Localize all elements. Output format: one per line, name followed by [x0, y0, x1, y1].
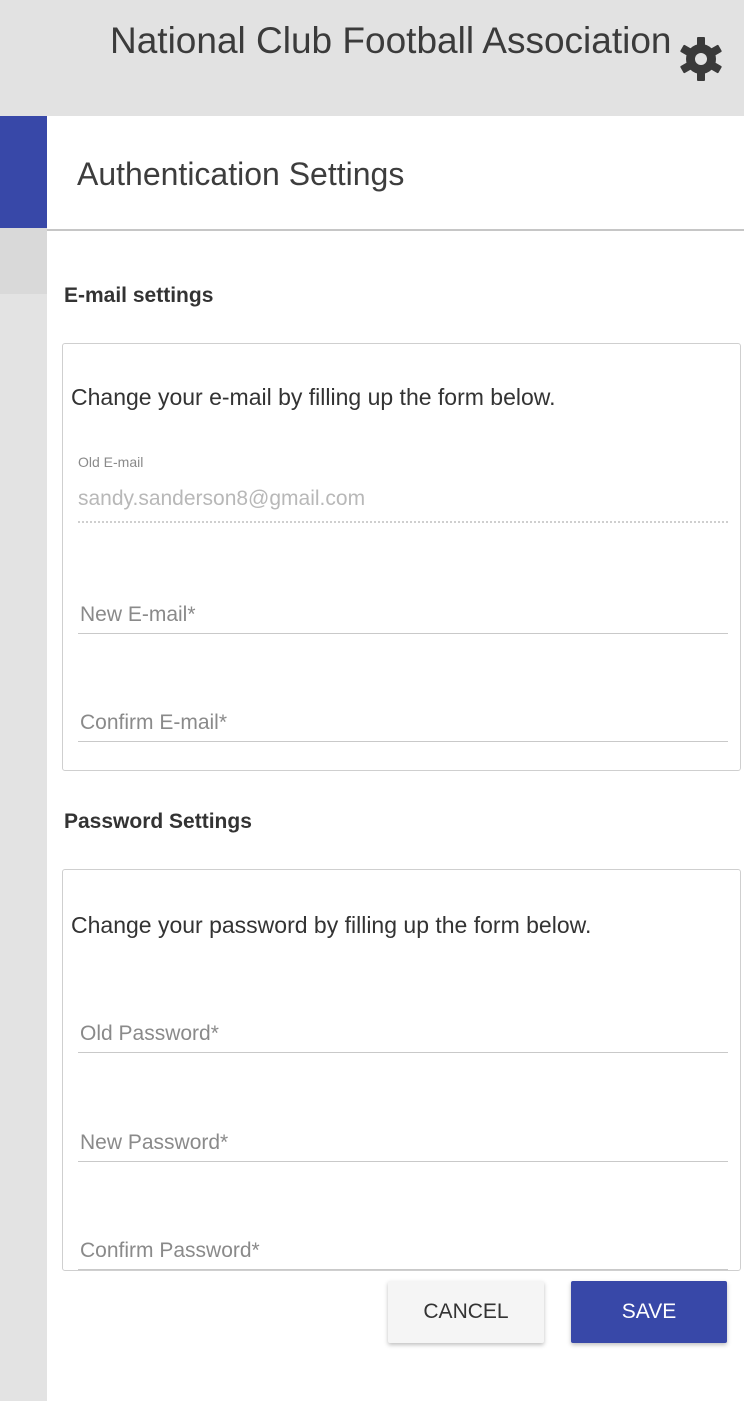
old-email-value: sandy.sanderson8@gmail.com: [78, 487, 366, 510]
new-password-label: New Password*: [80, 1131, 229, 1154]
cancel-button[interactable]: CANCEL: [388, 1281, 544, 1343]
confirm-password-field[interactable]: Confirm Password*: [78, 1224, 728, 1270]
sidebar-rail: [0, 116, 47, 1401]
password-settings-card: Change your password by filling up the f…: [62, 869, 741, 1271]
old-password-label: Old Password*: [80, 1022, 219, 1045]
page-header: Authentication Settings: [47, 116, 744, 231]
new-email-field[interactable]: New E-mail*: [78, 588, 728, 634]
confirm-email-field[interactable]: Confirm E-mail*: [78, 696, 728, 742]
page-title: Authentication Settings: [77, 156, 405, 192]
confirm-password-label: Confirm Password*: [80, 1239, 260, 1262]
email-section-title: E-mail settings: [64, 284, 214, 307]
email-section-description: Change your e-mail by filling up the for…: [71, 384, 556, 410]
gear-icon[interactable]: [676, 34, 726, 84]
sidebar-item[interactable]: [0, 228, 47, 294]
app-header: National Club Football Association: [0, 0, 744, 116]
save-button[interactable]: SAVE: [571, 1281, 727, 1343]
old-email-label: Old E-mail: [78, 454, 144, 470]
confirm-email-label: Confirm E-mail*: [80, 711, 228, 734]
sidebar-active-indicator[interactable]: [0, 116, 47, 228]
old-password-field[interactable]: Old Password*: [78, 1007, 728, 1053]
password-section-title: Password Settings: [64, 810, 252, 833]
app-title: National Club Football Association: [110, 20, 672, 61]
email-settings-card: Change your e-mail by filling up the for…: [62, 343, 741, 771]
password-section-description: Change your password by filling up the f…: [71, 912, 592, 938]
new-email-label: New E-mail*: [80, 603, 196, 626]
old-email-underline: [78, 521, 728, 523]
new-password-field[interactable]: New Password*: [78, 1116, 728, 1162]
